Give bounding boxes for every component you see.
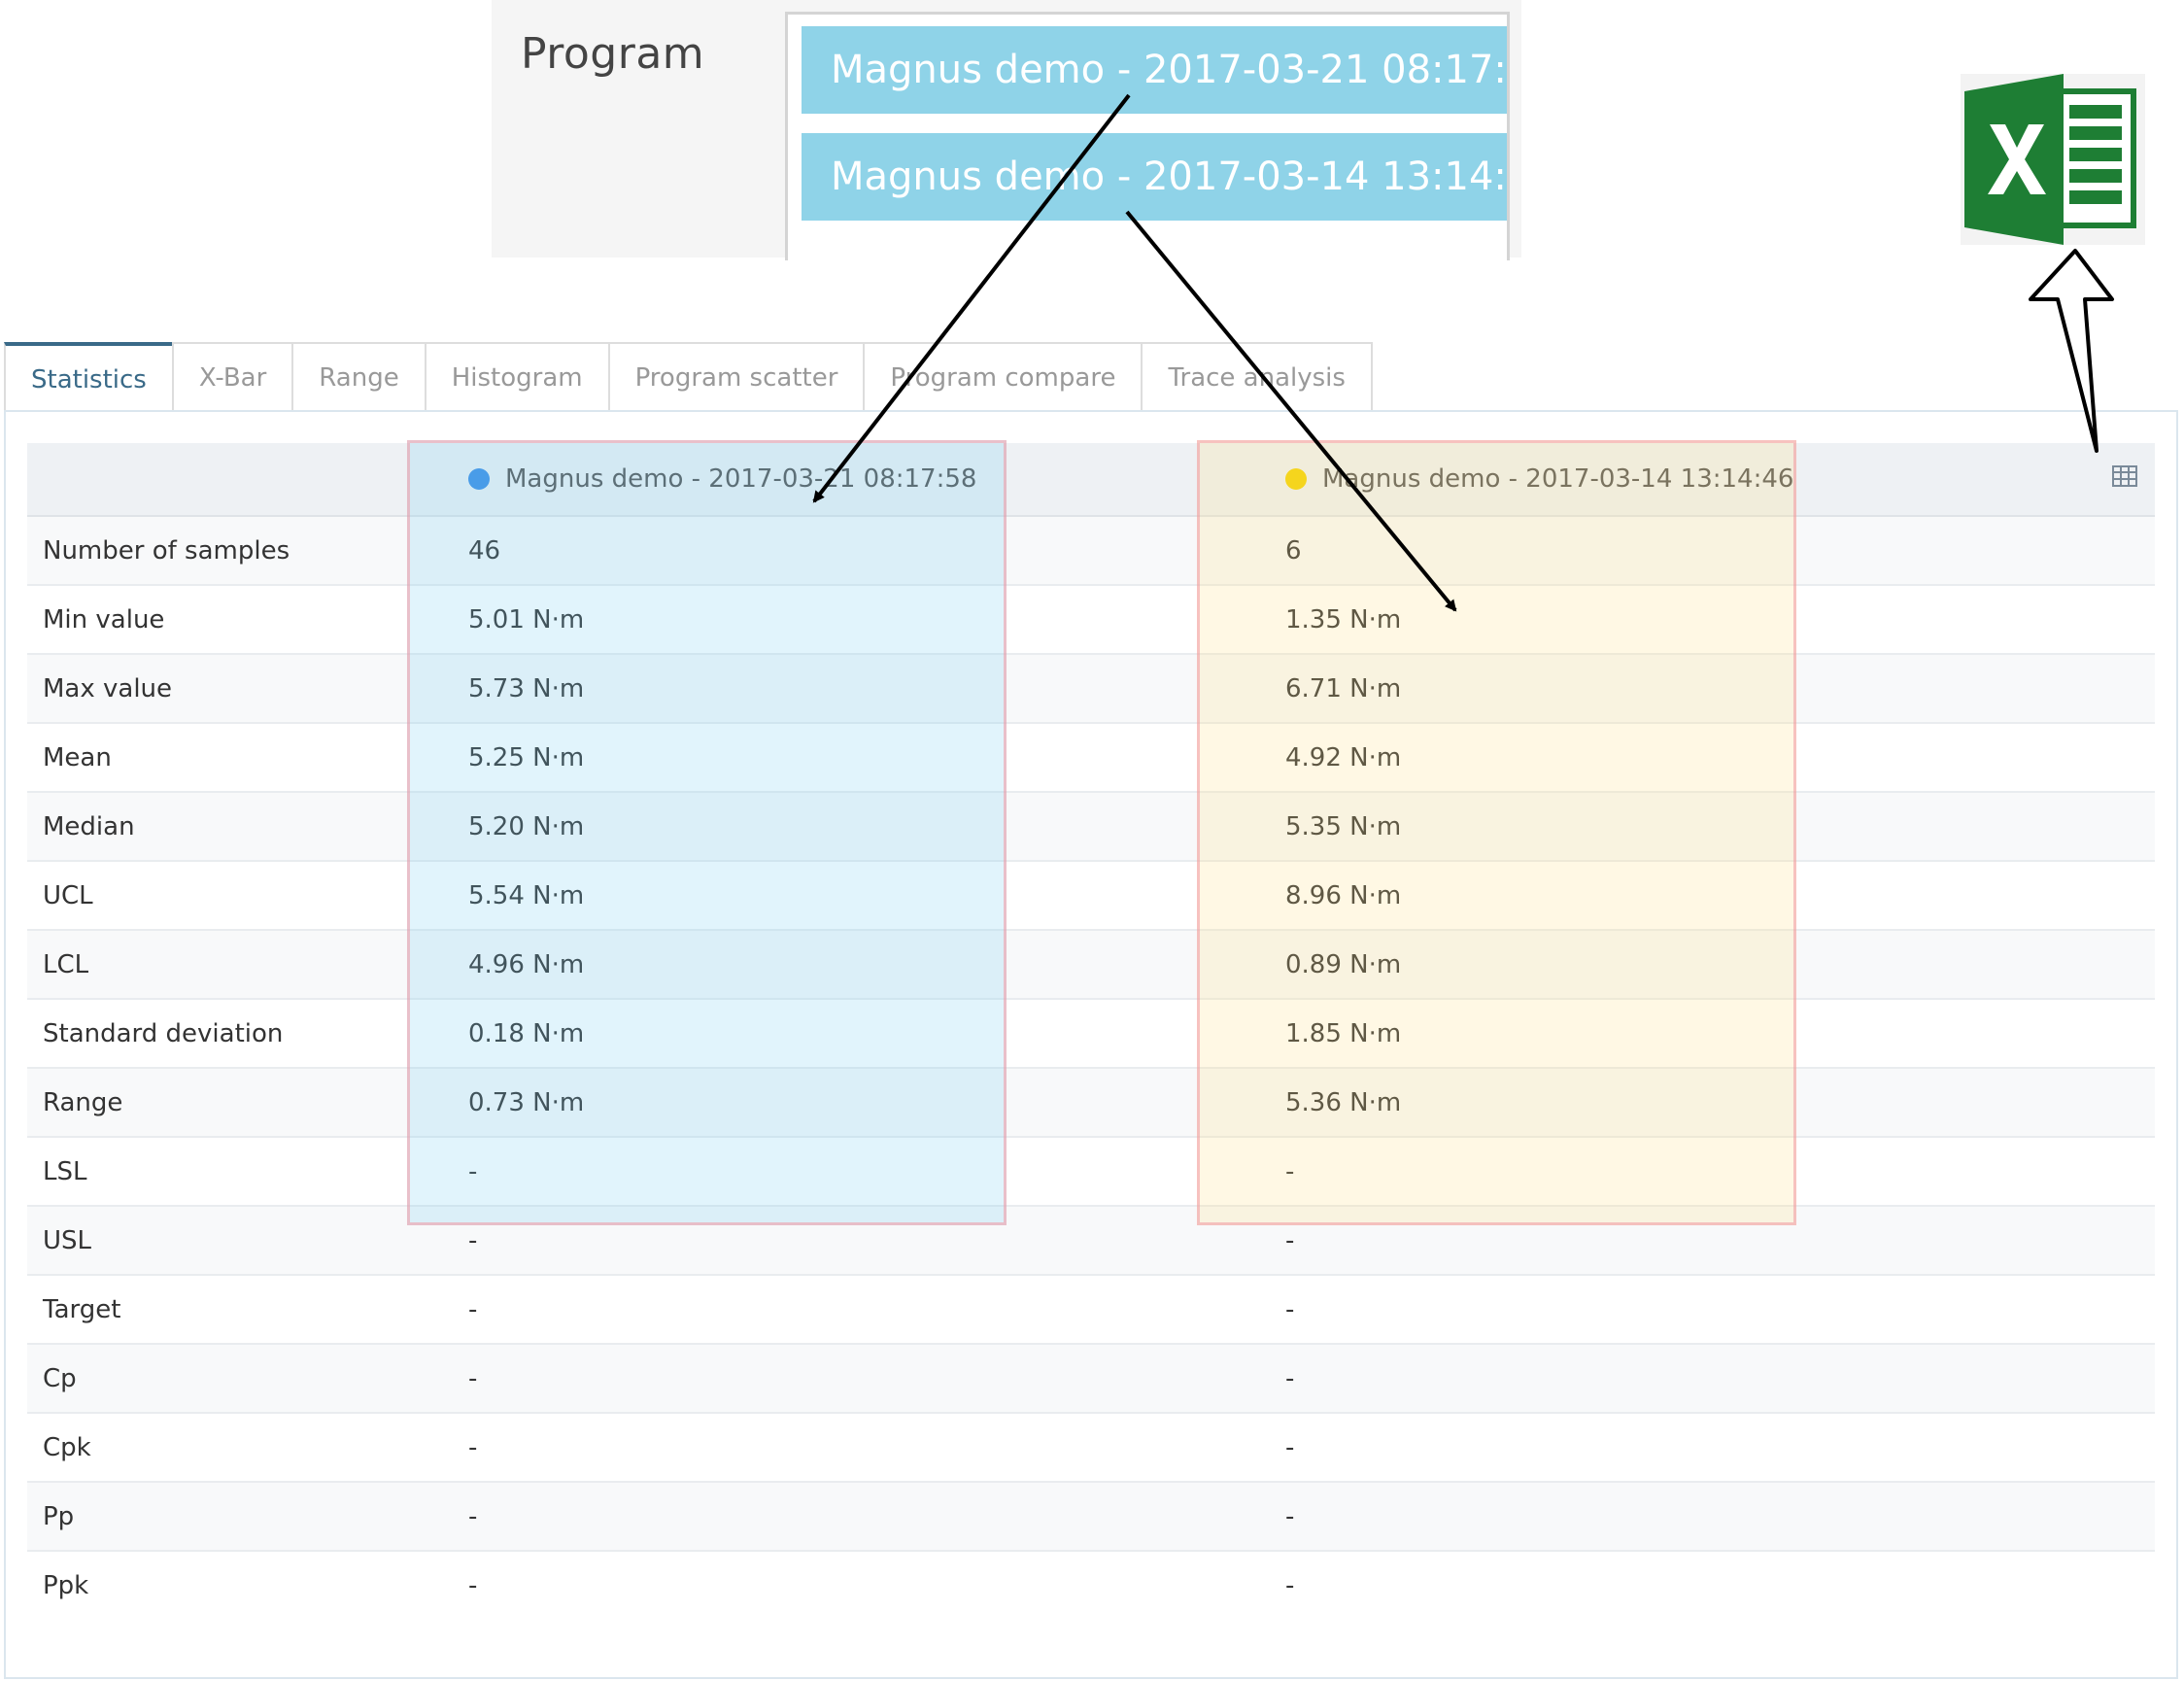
- value-program-2: 5.36 N·m: [1258, 1067, 2155, 1137]
- table-row: Range 0.73 N·m 5.36 N·m: [27, 1067, 2155, 1137]
- row-label: LSL: [27, 1136, 441, 1206]
- row-label: Mean: [27, 722, 441, 792]
- column-title-1: Magnus demo - 2017-03-21 08:17:58: [505, 464, 977, 494]
- tab-range[interactable]: Range: [291, 342, 427, 410]
- row-label: Median: [27, 791, 441, 861]
- tab-program-compare[interactable]: Program compare: [863, 342, 1143, 410]
- column-title-2: Magnus demo - 2017-03-14 13:14:46: [1322, 464, 1794, 494]
- value-program-1: 0.18 N·m: [441, 998, 1258, 1068]
- value-program-1: -: [441, 1343, 1258, 1413]
- row-label: Pp: [27, 1481, 441, 1551]
- table-row: Ppk - -: [27, 1550, 2155, 1619]
- table-row: LSL - -: [27, 1136, 2155, 1206]
- table-row: Pp - -: [27, 1481, 2155, 1551]
- row-label: USL: [27, 1205, 441, 1275]
- row-label: UCL: [27, 860, 441, 930]
- value-program-1: 5.20 N·m: [441, 791, 1258, 861]
- export-cell: [2095, 443, 2155, 517]
- table-row: USL - -: [27, 1205, 2155, 1275]
- program-selector: Program Magnus demo - 2017-03-21 08:17:5…: [492, 0, 1521, 260]
- row-label: Min value: [27, 584, 441, 654]
- row-label: Max value: [27, 653, 441, 723]
- tab-trace-analysis[interactable]: Trace analysis: [1141, 342, 1373, 410]
- statistics-table: Magnus demo - 2017-03-21 08:17:58 Magnus…: [27, 443, 2155, 1619]
- value-program-1: -: [441, 1412, 1258, 1482]
- row-label: Standard deviation: [27, 998, 441, 1068]
- value-program-1: 4.96 N·m: [441, 929, 1258, 999]
- table-row: Number of samples 46 6: [27, 515, 2155, 585]
- table-row: UCL 5.54 N·m 8.96 N·m: [27, 860, 2155, 930]
- series-dot-icon: [1285, 468, 1307, 490]
- table-row: Median 5.20 N·m 5.35 N·m: [27, 791, 2155, 861]
- value-program-2: -: [1258, 1274, 2155, 1344]
- value-program-1: -: [441, 1481, 1258, 1551]
- column-header-program-2: Magnus demo - 2017-03-14 13:14:46: [1258, 443, 2095, 517]
- table-row: Min value 5.01 N·m 1.35 N·m: [27, 584, 2155, 654]
- value-program-1: 5.54 N·m: [441, 860, 1258, 930]
- value-program-1: 5.73 N·m: [441, 653, 1258, 723]
- value-program-1: -: [441, 1136, 1258, 1206]
- value-program-1: 5.25 N·m: [441, 722, 1258, 792]
- value-program-1: -: [441, 1274, 1258, 1344]
- row-label: LCL: [27, 929, 441, 999]
- table-row: Mean 5.25 N·m 4.92 N·m: [27, 722, 2155, 792]
- value-program-2: 4.92 N·m: [1258, 722, 2155, 792]
- value-program-2: 6.71 N·m: [1258, 653, 2155, 723]
- header-empty-cell: [27, 443, 441, 517]
- table-row: Cpk - -: [27, 1412, 2155, 1482]
- value-program-1: -: [441, 1550, 1258, 1619]
- excel-logo-icon: [1961, 74, 2145, 245]
- value-program-2: -: [1258, 1481, 2155, 1551]
- value-program-2: -: [1258, 1343, 2155, 1413]
- row-label: Cp: [27, 1343, 441, 1413]
- value-program-2: 5.35 N·m: [1258, 791, 2155, 861]
- tab-x-bar[interactable]: X-Bar: [171, 342, 294, 410]
- row-label: Number of samples: [27, 515, 441, 585]
- table-row: Cp - -: [27, 1343, 2155, 1413]
- table-row: Max value 5.73 N·m 6.71 N·m: [27, 653, 2155, 723]
- row-label: Target: [27, 1274, 441, 1344]
- program-list[interactable]: Magnus demo - 2017-03-21 08:17:58 Magnus…: [785, 12, 1510, 260]
- tab-statistics[interactable]: Statistics: [4, 342, 174, 414]
- value-program-2: -: [1258, 1550, 2155, 1619]
- table-row: Standard deviation 0.18 N·m 1.85 N·m: [27, 998, 2155, 1068]
- program-label: Program: [521, 29, 705, 79]
- value-program-2: 1.35 N·m: [1258, 584, 2155, 654]
- table-export-icon[interactable]: [2112, 465, 2137, 487]
- value-program-2: -: [1258, 1205, 2155, 1275]
- tab-program-scatter[interactable]: Program scatter: [607, 342, 866, 410]
- table-row: Target - -: [27, 1274, 2155, 1344]
- value-program-2: 8.96 N·m: [1258, 860, 2155, 930]
- table-row: LCL 4.96 N·m 0.89 N·m: [27, 929, 2155, 999]
- value-program-2: 1.85 N·m: [1258, 998, 2155, 1068]
- value-program-2: 0.89 N·m: [1258, 929, 2155, 999]
- series-dot-icon: [468, 468, 490, 490]
- program-option-1[interactable]: Magnus demo - 2017-03-21 08:17:58: [802, 26, 1507, 114]
- value-program-1: 0.73 N·m: [441, 1067, 1258, 1137]
- column-header-program-1: Magnus demo - 2017-03-21 08:17:58: [441, 443, 1258, 517]
- row-label: Range: [27, 1067, 441, 1137]
- value-program-2: 6: [1258, 515, 2155, 585]
- value-program-1: 46: [441, 515, 1258, 585]
- tab-bar: Statistics X-Bar Range Histogram Program…: [4, 342, 1373, 414]
- row-label: Cpk: [27, 1412, 441, 1482]
- table-header-row: Magnus demo - 2017-03-21 08:17:58 Magnus…: [27, 443, 2155, 517]
- value-program-1: 5.01 N·m: [441, 584, 1258, 654]
- row-label: Ppk: [27, 1550, 441, 1619]
- tab-histogram[interactable]: Histogram: [424, 342, 610, 410]
- value-program-2: -: [1258, 1412, 2155, 1482]
- value-program-2: -: [1258, 1136, 2155, 1206]
- program-option-2[interactable]: Magnus demo - 2017-03-14 13:14:46: [802, 133, 1507, 221]
- value-program-1: -: [441, 1205, 1258, 1275]
